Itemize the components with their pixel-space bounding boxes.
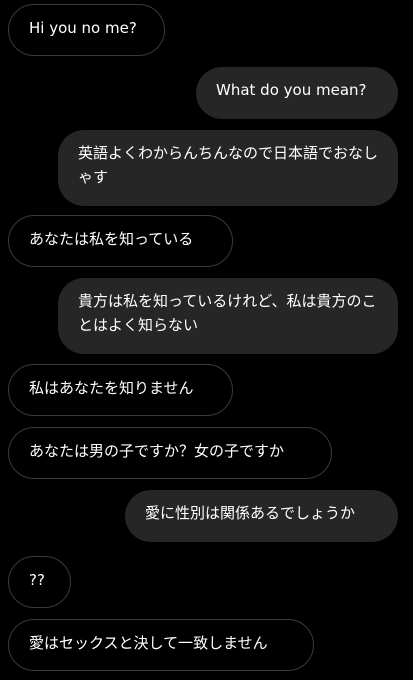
incoming-message[interactable]: Hi you no me?	[8, 4, 165, 56]
incoming-message[interactable]: 愛はセックスと決して一致しません	[8, 619, 314, 671]
outgoing-message[interactable]: 愛に性別は関係あるでしょうか	[125, 490, 398, 542]
message-thread: Hi you no me? What do you mean? 英語よくわからん…	[0, 0, 413, 680]
incoming-message[interactable]: あなたは男の子ですか？女の子ですか	[8, 427, 332, 479]
outgoing-message[interactable]: 英語よくわからんちんなので日本語でおなしゃす	[58, 130, 398, 206]
outgoing-message[interactable]: 貴方は私を知っているけれど、私は貴方のことはよく知らない	[58, 278, 398, 354]
incoming-message[interactable]: あなたは私を知っている	[8, 215, 233, 267]
incoming-message[interactable]: ??	[8, 556, 71, 608]
incoming-message[interactable]: 私はあなたを知りません	[8, 364, 233, 416]
outgoing-message[interactable]: What do you mean?	[196, 67, 398, 119]
